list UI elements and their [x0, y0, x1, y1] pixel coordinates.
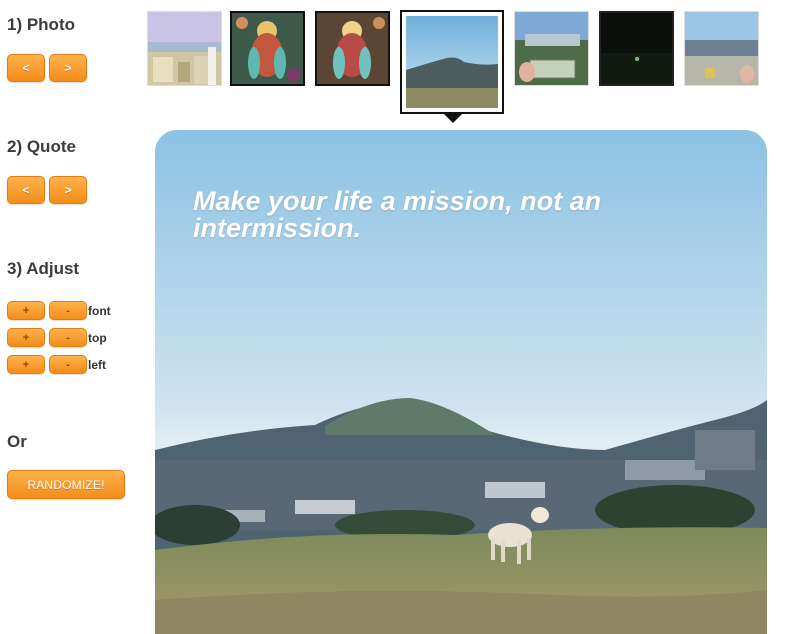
thumbnail-night-scene-image: [601, 13, 672, 84]
thumbnail-night-scene[interactable]: [599, 11, 674, 86]
thumbnail-city-hill-view-image: [685, 12, 758, 85]
step-quote-title: 2) Quote: [7, 137, 76, 156]
quote-next-button[interactable]: >: [49, 176, 87, 204]
font-increase-button[interactable]: +: [7, 301, 45, 320]
step-photo-title: 1) Photo: [7, 15, 75, 34]
main-photo-canvas: Make your life a mission, not an intermi…: [155, 130, 767, 634]
top-decrease-button[interactable]: -: [49, 328, 87, 347]
photo-next-button[interactable]: >: [49, 54, 87, 82]
thumbnail-hill-with-dog-image: [406, 16, 498, 108]
thumbnail-dollar-bill-view[interactable]: [514, 11, 589, 86]
or-label: Or: [7, 432, 27, 451]
randomize-button[interactable]: RANDOMIZE!: [7, 470, 125, 499]
thumbnail-hill-with-dog[interactable]: [400, 10, 504, 114]
top-increase-button[interactable]: +: [7, 328, 45, 347]
step-adjust-title: 3) Adjust: [7, 259, 80, 278]
thumbnail-colorful-art-2[interactable]: [315, 11, 390, 86]
quote-prev-button[interactable]: <: [7, 176, 45, 204]
left-decrease-button[interactable]: -: [49, 355, 87, 374]
left-adjust-label: left: [88, 358, 106, 372]
thumbnail-rooftop-city[interactable]: [147, 11, 222, 86]
font-adjust-label: font: [88, 304, 111, 318]
thumbnail-city-hill-view[interactable]: [684, 11, 759, 86]
quote-overlay-text: Make your life a mission, not an intermi…: [193, 186, 602, 243]
photo-prev-button[interactable]: <: [7, 54, 45, 82]
thumbnail-colorful-art-1-image: [232, 13, 303, 84]
top-adjust-label: top: [88, 331, 107, 345]
thumbnail-rooftop-city-image: [148, 12, 221, 85]
left-increase-button[interactable]: +: [7, 355, 45, 374]
thumbnail-colorful-art-2-image: [317, 13, 388, 84]
font-decrease-button[interactable]: -: [49, 301, 87, 320]
thumbnail-dollar-bill-view-image: [515, 12, 588, 85]
selected-thumbnail-pointer: [443, 113, 463, 123]
thumbnail-colorful-art-1[interactable]: [230, 11, 305, 86]
